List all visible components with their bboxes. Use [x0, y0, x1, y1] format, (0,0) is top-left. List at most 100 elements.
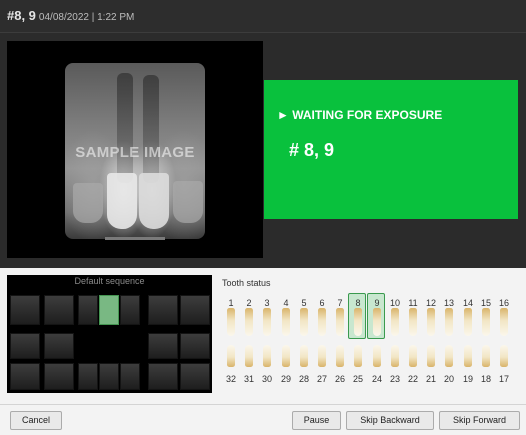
sequence-slot[interactable] — [148, 333, 178, 359]
sequence-slot[interactable] — [120, 363, 140, 390]
tooth-8[interactable] — [349, 305, 367, 339]
tooth-icon — [373, 308, 381, 336]
tooth-25[interactable] — [349, 342, 367, 370]
xray-root — [143, 75, 159, 183]
tooth-icon — [354, 345, 362, 367]
tooth-26[interactable] — [331, 342, 349, 370]
tooth-4[interactable] — [277, 305, 295, 339]
sequence-slot[interactable] — [180, 333, 210, 359]
skip-forward-button[interactable]: Skip Forward — [439, 411, 520, 430]
tooth-10[interactable] — [386, 305, 404, 339]
tooth-icon — [245, 308, 253, 336]
tooth-icon — [227, 308, 235, 336]
xray-crown — [73, 183, 103, 223]
tooth-icon — [300, 345, 308, 367]
tooth-15[interactable] — [477, 305, 495, 339]
tooth-11[interactable] — [404, 305, 422, 339]
tooth-32[interactable] — [222, 342, 240, 370]
tooth-19[interactable] — [459, 342, 477, 370]
tooth-23[interactable] — [386, 342, 404, 370]
tooth-icon — [409, 308, 417, 336]
tooth-status-title: Tooth status — [222, 278, 271, 288]
tooth-icon — [409, 345, 417, 367]
sequence-panel: Default sequence — [7, 275, 212, 393]
xray-crown — [173, 181, 203, 223]
xray-watermark: SAMPLE IMAGE — [75, 144, 195, 161]
tooth-icon — [227, 345, 235, 367]
tooth-icon — [318, 345, 326, 367]
tooth-icon — [464, 308, 472, 336]
tooth-29[interactable] — [277, 342, 295, 370]
tooth-number-25: 25 — [352, 374, 363, 384]
sequence-slot[interactable] — [99, 363, 119, 390]
tooth-17[interactable] — [495, 342, 513, 370]
skip-backward-button[interactable]: Skip Backward — [346, 411, 434, 430]
sequence-slot-active[interactable] — [99, 295, 119, 325]
tooth-icon — [263, 345, 271, 367]
tooth-12[interactable] — [422, 305, 440, 339]
tooth-14[interactable] — [459, 305, 477, 339]
sequence-slot[interactable] — [10, 295, 40, 325]
tooth-number-21: 21 — [425, 374, 436, 384]
sequence-slot[interactable] — [78, 295, 98, 325]
tooth-icon — [464, 345, 472, 367]
tooth-27[interactable] — [313, 342, 331, 370]
sequence-slot[interactable] — [44, 363, 74, 390]
tooth-icon — [482, 308, 490, 336]
xray-root — [117, 73, 133, 183]
tooth-icon — [482, 345, 490, 367]
tooth-1[interactable] — [222, 305, 240, 339]
tooth-31[interactable] — [240, 342, 258, 370]
sequence-slot[interactable] — [180, 295, 210, 325]
tooth-21[interactable] — [422, 342, 440, 370]
tooth-20[interactable] — [440, 342, 458, 370]
tooth-number-31: 31 — [243, 374, 254, 384]
tooth-13[interactable] — [440, 305, 458, 339]
tooth-6[interactable] — [313, 305, 331, 339]
xray-preview: SAMPLE IMAGE — [7, 41, 263, 258]
exposure-status-message: ► WAITING FOR EXPOSURE — [277, 108, 443, 122]
tooth-number-18: 18 — [480, 374, 491, 384]
tooth-2[interactable] — [240, 305, 258, 339]
tooth-icon — [373, 345, 381, 367]
tooth-icon — [445, 345, 453, 367]
tooth-9[interactable] — [368, 305, 386, 339]
tooth-icon — [500, 308, 508, 336]
sequence-slot[interactable] — [78, 363, 98, 390]
tooth-number-28: 28 — [298, 374, 309, 384]
tooth-number-19: 19 — [462, 374, 473, 384]
tooth-7[interactable] — [331, 305, 349, 339]
tooth-16[interactable] — [495, 305, 513, 339]
tooth-number-23: 23 — [389, 374, 400, 384]
tooth-icon — [318, 308, 326, 336]
sequence-slot[interactable] — [148, 363, 178, 390]
sequence-title: Default sequence — [74, 276, 145, 286]
header: #8, 9 04/08/2022 | 1:22 PM — [0, 0, 526, 33]
sequence-slot[interactable] — [44, 295, 74, 325]
sequence-slot[interactable] — [10, 363, 40, 390]
tooth-30[interactable] — [258, 342, 276, 370]
tooth-3[interactable] — [258, 305, 276, 339]
tooth-28[interactable] — [295, 342, 313, 370]
sequence-slot[interactable] — [148, 295, 178, 325]
tooth-number-32: 32 — [225, 374, 236, 384]
tooth-number-30: 30 — [261, 374, 272, 384]
tooth-number-22: 22 — [407, 374, 418, 384]
tooth-icon — [282, 345, 290, 367]
tooth-22[interactable] — [404, 342, 422, 370]
cancel-button[interactable]: Cancel — [10, 411, 62, 430]
top-panel: #8, 9 04/08/2022 | 1:22 PM SAMPLE IMAGE ►… — [0, 0, 526, 268]
tooth-18[interactable] — [477, 342, 495, 370]
sequence-slot[interactable] — [44, 333, 74, 359]
pause-button[interactable]: Pause — [292, 411, 341, 430]
tooth-number-29: 29 — [280, 374, 291, 384]
sequence-slot[interactable] — [120, 295, 140, 325]
tooth-5[interactable] — [295, 305, 313, 339]
sequence-slot[interactable] — [180, 363, 210, 390]
bottom-panel: Default sequence Tooth status 1234567891… — [0, 268, 526, 435]
datetime: 04/08/2022 | 1:22 PM — [38, 12, 135, 23]
exposure-status-panel: ► WAITING FOR EXPOSURE # 8, 9 — [264, 80, 518, 219]
sequence-slot[interactable] — [10, 333, 40, 359]
tooth-24[interactable] — [368, 342, 386, 370]
tooth-icon — [263, 308, 271, 336]
